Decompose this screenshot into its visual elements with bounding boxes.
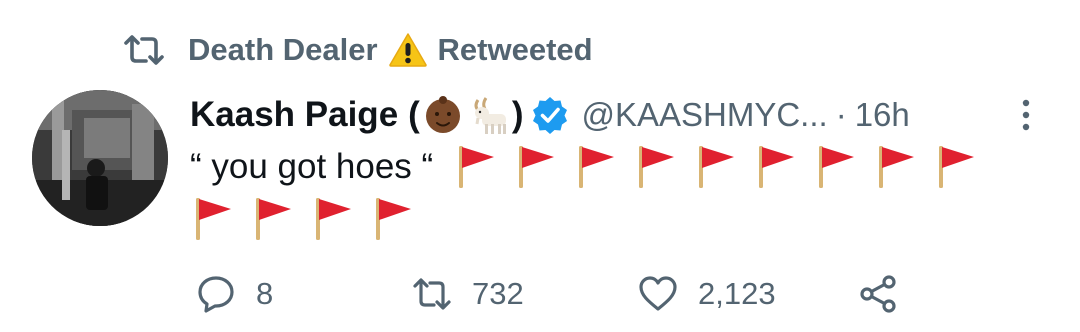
retweeter-name[interactable]: Death Dealer (188, 32, 378, 68)
triangular-flag-icon (316, 198, 351, 240)
name-paren-close: ) (511, 95, 524, 134)
share-icon (860, 275, 896, 313)
tweet-header: Kaash Paige ( ) @KAASHMYC... · 16h (190, 92, 910, 138)
warning-emoji-icon (388, 33, 427, 67)
like-button[interactable]: 2,123 (638, 272, 776, 316)
retweet-icon (124, 35, 164, 65)
timestamp[interactable]: 16h (855, 96, 910, 134)
goat-emoji-icon (474, 97, 506, 134)
triangular-flag-icon (699, 146, 735, 188)
baby-emoji-icon (425, 96, 460, 133)
retweet-icon (413, 278, 451, 310)
triangular-flag-icon (759, 146, 795, 188)
tweet[interactable]: Death Dealer Retweeted Kaash Paige () @… (0, 0, 1080, 332)
retweet-count: 732 (472, 276, 524, 311)
heart-icon (639, 276, 677, 311)
triangular-flag-icon (256, 198, 291, 240)
triangular-flag-icon (579, 146, 615, 188)
triangular-flag-icon (196, 198, 231, 240)
retweet-button[interactable]: 732 (412, 272, 524, 316)
user-handle[interactable]: @KAASHMYC... (581, 96, 827, 134)
flag-emoji-row-2 (190, 196, 430, 242)
reply-count: 8 (256, 276, 274, 311)
reply-button[interactable]: 8 (196, 272, 273, 316)
tweet-text-line-2 (190, 196, 430, 242)
display-name[interactable]: Kaash Paige (190, 95, 398, 135)
name-paren-open: ( (408, 95, 420, 134)
triangular-flag-icon (819, 146, 855, 188)
tweet-text-line-1: “ you got hoes “ (190, 144, 993, 190)
retweeted-label: Retweeted (437, 32, 593, 67)
triangular-flag-icon (459, 146, 495, 188)
triangular-flag-icon (939, 146, 975, 188)
tweet-actions: 8 732 2,123 (0, 272, 1080, 316)
share-button[interactable] (858, 272, 898, 316)
triangular-flag-icon (879, 146, 915, 188)
retweet-banner[interactable]: Death Dealer Retweeted (122, 30, 593, 70)
avatar[interactable] (32, 90, 168, 226)
separator-dot: · (835, 96, 847, 133)
verified-badge-icon (533, 97, 568, 134)
avatar-photo (32, 90, 168, 226)
tweet-text: “ you got hoes “ (190, 147, 434, 186)
triangular-flag-icon (376, 198, 411, 240)
like-count: 2,123 (698, 276, 776, 311)
more-options-icon[interactable] (1016, 98, 1036, 132)
triangular-flag-icon (519, 146, 555, 188)
triangular-flag-icon (639, 146, 675, 188)
flag-emoji-row-1 (453, 144, 993, 190)
reply-icon (198, 276, 234, 313)
